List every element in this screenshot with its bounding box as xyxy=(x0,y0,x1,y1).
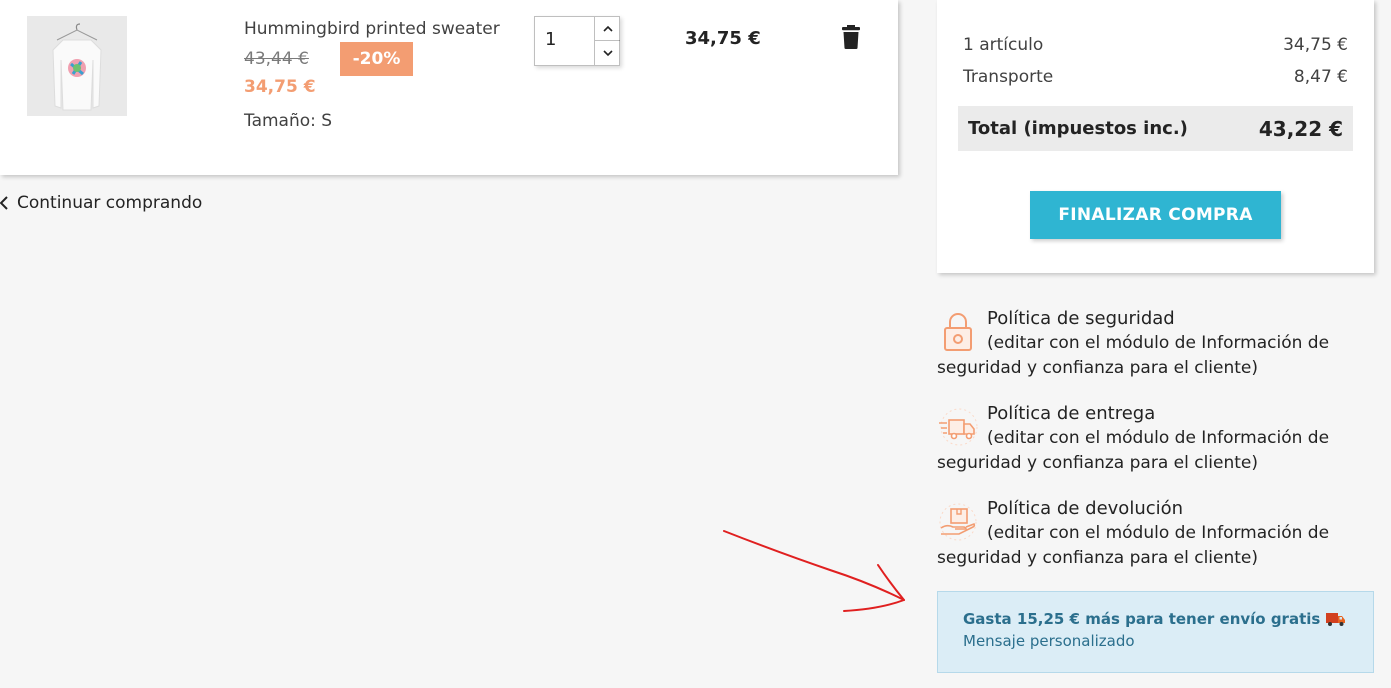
shipping-value: 8,47 € xyxy=(1293,67,1348,87)
product-thumbnail[interactable] xyxy=(27,16,127,116)
custom-message: Mensaje personalizado xyxy=(963,632,1135,650)
quantity-input[interactable]: 1 xyxy=(545,29,556,50)
reassurance-return: Política de devolución (editar con el mó… xyxy=(937,496,1357,571)
continue-shopping-link[interactable]: Continuar comprando xyxy=(0,193,202,213)
items-subtotal-row: 1 artículo 34,75 € xyxy=(963,35,1348,55)
quantity-decrease-button[interactable] xyxy=(594,41,620,65)
lock-icon xyxy=(944,313,972,351)
items-label: 1 artículo xyxy=(963,35,1044,55)
reassurance-description: (editar con el módulo de Información de … xyxy=(937,428,1330,473)
items-value: 34,75 € xyxy=(1283,35,1348,55)
reassurance-security: Política de seguridad (editar con el mód… xyxy=(937,306,1357,381)
total-row: Total (impuestos inc.) 43,22 € xyxy=(958,106,1353,151)
regular-price: 43,44 € xyxy=(244,49,309,69)
total-label: Total (impuestos inc.) xyxy=(968,118,1188,139)
discount-badge: -20% xyxy=(340,42,413,76)
product-name[interactable]: Hummingbird printed sweater xyxy=(244,19,500,39)
reassurance-delivery: Política de entrega (editar con el módul… xyxy=(937,401,1357,476)
annotation-arrow-icon xyxy=(723,530,905,612)
product-size: Tamaño: S xyxy=(244,111,333,131)
continue-shopping-label: Continuar comprando xyxy=(17,193,203,213)
quantity-stepper: 1 xyxy=(534,16,620,66)
cart-item-card: Hummingbird printed sweater 43,44 € -20%… xyxy=(0,0,898,175)
shipping-row: Transporte 8,47 € xyxy=(963,67,1348,87)
quantity-increase-button[interactable] xyxy=(594,17,620,41)
free-shipping-message-row: Gasta 15,25 € más para tener envío grati… xyxy=(963,610,1348,628)
truck-icon xyxy=(1326,613,1346,626)
cart-summary: 1 artículo 34,75 € Transporte 8,47 € Tot… xyxy=(937,0,1374,273)
free-shipping-notice: Gasta 15,25 € más para tener envío grati… xyxy=(937,591,1374,673)
delivery-truck-icon xyxy=(939,408,978,446)
trash-icon[interactable] xyxy=(842,25,860,49)
reassurance-title: Política de entrega xyxy=(987,403,1156,424)
reassurance-description: (editar con el módulo de Información de … xyxy=(937,333,1330,378)
current-price: 34,75 € xyxy=(244,77,316,97)
shipping-label: Transporte xyxy=(963,67,1054,87)
total-value: 43,22 € xyxy=(1258,116,1343,141)
reassurance-description: (editar con el módulo de Información de … xyxy=(937,523,1330,568)
chevron-up-icon xyxy=(602,25,613,32)
chevron-left-icon xyxy=(0,196,8,210)
free-shipping-message: Gasta 15,25 € más para tener envío grati… xyxy=(963,610,1321,628)
checkout-button[interactable]: FINALIZAR COMPRA xyxy=(1030,191,1281,239)
reassurance-title: Política de devolución xyxy=(987,498,1184,519)
chevron-down-icon xyxy=(602,49,613,56)
line-total: 34,75 € xyxy=(685,28,761,49)
return-package-icon xyxy=(939,503,977,541)
reassurance-title: Política de seguridad xyxy=(987,308,1175,329)
